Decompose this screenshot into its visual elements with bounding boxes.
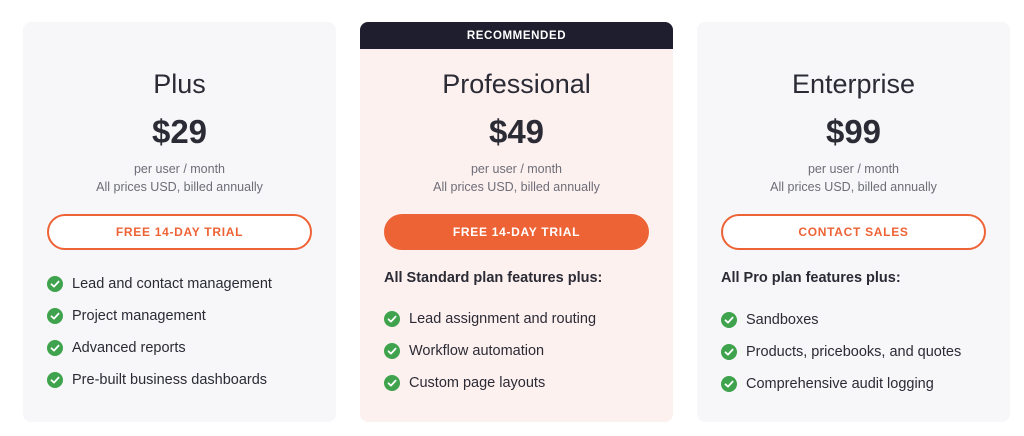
free-trial-button[interactable]: FREE 14-DAY TRIAL [384,214,649,250]
contact-sales-button[interactable]: CONTACT SALES [721,214,986,250]
feature-item: Lead and contact management [47,268,272,300]
billing-note: All prices USD, billed annually [96,180,263,194]
check-circle-icon [384,311,400,327]
price-unit: per user / month [807,162,899,176]
feature-label: Lead and contact management [72,276,272,292]
feature-item: Custom page layouts [384,367,596,399]
feature-label: Comprehensive audit logging [746,376,934,392]
feature-item: Sandboxes [721,304,961,336]
feature-label: Pre-built business dashboards [72,372,268,388]
check-circle-icon [721,376,737,392]
plan-price: $49 [488,113,545,150]
feature-item: Comprehensive audit logging [721,368,961,400]
features-heading: All Standard plan features plus: [384,270,603,286]
check-circle-icon [47,308,63,324]
feature-label: Project management [72,308,206,324]
billing-note: All prices USD, billed annually [433,180,600,194]
feature-list: Lead assignment and routing Workflow aut… [384,303,596,399]
price-unit: per user / month [470,162,562,176]
plan-price: $29 [151,113,208,150]
pricing-card-enterprise: Enterprise $99 per user / month All pric… [697,22,1010,422]
check-circle-icon [47,276,63,292]
feature-label: Advanced reports [72,340,186,356]
check-circle-icon [384,375,400,391]
price-unit: per user / month [133,162,225,176]
features-heading: All Pro plan features plus: [721,270,901,286]
plan-name: Enterprise [791,69,916,99]
free-trial-button[interactable]: FREE 14-DAY TRIAL [47,214,312,250]
check-circle-icon [721,344,737,360]
feature-item: Workflow automation [384,335,596,367]
plan-name: Professional [442,69,591,99]
feature-list: Lead and contact management Project mana… [47,268,272,396]
check-circle-icon [721,312,737,328]
pricing-card-plus: Plus $29 per user / month All prices USD… [23,22,336,422]
feature-item: Lead assignment and routing [384,303,596,335]
feature-item: Products, pricebooks, and quotes [721,336,961,368]
feature-item: Advanced reports [47,332,272,364]
feature-label: Lead assignment and routing [409,311,597,327]
plan-price: $99 [825,113,882,150]
feature-item: Pre-built business dashboards [47,364,272,396]
check-circle-icon [47,340,63,356]
pricing-card-professional: RECOMMENDED Professional $49 per user / … [360,22,673,422]
feature-label: Products, pricebooks, and quotes [746,344,962,360]
recommended-badge: RECOMMENDED [360,22,673,49]
plan-name: Plus [153,69,206,99]
feature-list: Sandboxes Products, pricebooks, and quot… [721,304,961,400]
feature-label: Sandboxes [746,312,819,328]
check-circle-icon [384,343,400,359]
feature-item: Project management [47,300,272,332]
feature-label: Custom page layouts [409,375,546,391]
billing-note: All prices USD, billed annually [770,180,937,194]
check-circle-icon [47,372,63,388]
feature-label: Workflow automation [409,343,545,359]
